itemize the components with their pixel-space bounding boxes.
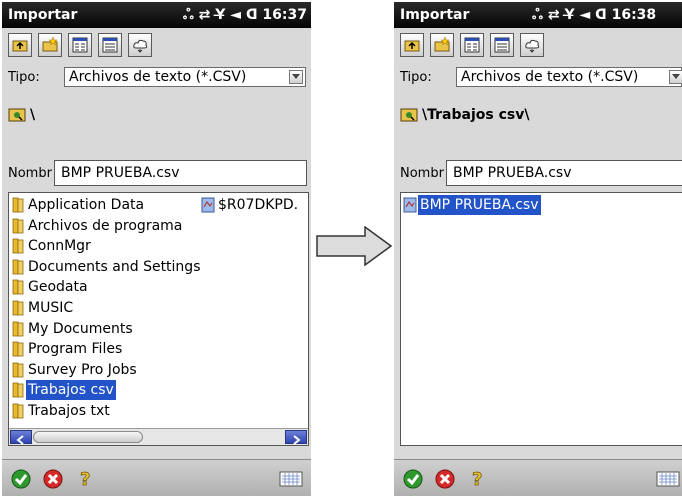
up-folder-icon: [404, 40, 420, 52]
folder-icon: [12, 403, 24, 419]
cloud-button[interactable]: [128, 33, 152, 57]
title-bar: Importar ஃ ⇄ Y̶ ◄ ᗡ 16:37: [2, 2, 311, 28]
list-item-label: Archivos de programa: [28, 217, 183, 234]
keyboard-icon[interactable]: [656, 468, 680, 488]
current-path: \Trabajos csv\: [422, 107, 530, 123]
list-item-label: Survey Pro Jobs: [28, 361, 137, 378]
list-item-label: Application Data: [28, 197, 145, 213]
help-icon[interactable]: ?: [466, 468, 488, 490]
list-view-button[interactable]: [68, 33, 92, 57]
csv-file-icon: [201, 197, 215, 213]
folder-icon: [12, 300, 24, 316]
keyboard-icon[interactable]: [279, 468, 303, 488]
up-folder-button[interactable]: [400, 33, 424, 57]
status-bar: ஃ ⇄ Y̶ ◄ ᗡ 16:38: [532, 7, 657, 23]
file-type-value: Archivos de texto (*.CSV): [69, 69, 247, 85]
scroll-right-button[interactable]: [285, 430, 307, 445]
bottom-bar: ?: [2, 459, 311, 496]
folder-icon: [12, 259, 24, 275]
new-folder-button[interactable]: [430, 33, 454, 57]
arrow-right-icon: [316, 225, 393, 267]
chevron-down-icon: [672, 74, 680, 79]
folder-icon: [12, 321, 24, 336]
file-list[interactable]: BMP PRUEBA.csv: [400, 192, 682, 446]
list-view-icon: [72, 37, 88, 53]
folder-open-icon: [8, 108, 26, 122]
screen-after: Importar ஃ ⇄ Y̶ ◄ ᗡ 16:38 Tipo: Archivos…: [394, 2, 682, 496]
folder-icon: [12, 218, 24, 233]
current-path: \: [30, 107, 36, 123]
window-title: Importar: [8, 7, 78, 23]
folder-icon: [12, 341, 24, 357]
file-type-select[interactable]: Archivos de texto (*.CSV): [456, 67, 682, 87]
status-bar: ஃ ⇄ Y̶ ◄ ᗡ 16:37: [182, 7, 307, 23]
list-item-label: Geodata: [28, 279, 88, 296]
details-view-icon: [494, 37, 510, 53]
folder-icon: [12, 362, 24, 378]
list-item-label: Documents and Settings: [28, 258, 201, 275]
tipo-label: Tipo:: [400, 70, 432, 85]
folder-open-icon: [400, 108, 418, 122]
file-type-value: Archivos de texto (*.CSV): [461, 69, 639, 85]
up-folder-icon: [12, 40, 28, 52]
list-item-label: Program Files: [28, 341, 123, 358]
transition-arrow: [315, 225, 393, 270]
list-item-label: $R07DKPD.: [218, 197, 299, 213]
folder-icon: [12, 382, 24, 398]
chevron-left-icon: [16, 435, 24, 445]
ok-icon[interactable]: [10, 468, 32, 490]
screen-before: Importar ஃ ⇄ Y̶ ◄ ᗡ 16:37 Tipo: Archivos…: [2, 2, 311, 496]
chevron-right-icon: [293, 435, 301, 445]
list-item-label: ConnMgr: [28, 238, 91, 255]
svg-text:?: ?: [80, 469, 90, 490]
cloud-icon: [133, 39, 148, 53]
chevron-down-icon: [292, 74, 300, 79]
details-view-icon: [102, 37, 118, 53]
cancel-icon[interactable]: [434, 468, 456, 490]
scroll-left-button[interactable]: [10, 430, 32, 445]
tipo-label: Tipo:: [8, 70, 40, 85]
file-type-select[interactable]: Archivos de texto (*.CSV): [64, 67, 306, 87]
scroll-thumb[interactable]: [33, 431, 143, 443]
up-folder-button[interactable]: [8, 33, 32, 57]
details-view-button[interactable]: [98, 33, 122, 57]
new-folder-icon: [434, 37, 450, 52]
folder-icon: [12, 197, 24, 213]
title-bar: Importar ஃ ⇄ Y̶ ◄ ᗡ 16:38: [394, 2, 682, 28]
file-type-dropdown-button[interactable]: [669, 70, 682, 84]
nombre-label: Nombr: [400, 166, 444, 181]
new-folder-button[interactable]: [38, 33, 62, 57]
bottom-bar: ?: [394, 459, 682, 496]
list-item-label: My Documents: [28, 320, 133, 337]
file-type-dropdown-button[interactable]: [289, 70, 303, 84]
file-list[interactable]: Application Data Archivos de programa Conn…: [8, 192, 309, 446]
cloud-icon: [525, 39, 540, 53]
nombre-label: Nombr: [8, 166, 52, 181]
list-item-label: MUSIC: [28, 300, 74, 316]
window-title: Importar: [400, 7, 470, 23]
list-item-label: BMP PRUEBA.csv: [418, 195, 541, 215]
list-view-button[interactable]: [460, 33, 484, 57]
horizontal-scrollbar[interactable]: [9, 428, 308, 445]
list-item-label: Trabajos txt: [28, 403, 110, 419]
cancel-icon[interactable]: [42, 468, 64, 490]
folder-icon: [12, 279, 24, 295]
ok-icon[interactable]: [402, 468, 424, 490]
filename-input[interactable]: BMP PRUEBA.csv: [446, 160, 682, 186]
filename-input[interactable]: BMP PRUEBA.csv: [54, 160, 307, 186]
list-item-label: Trabajos csv: [26, 380, 116, 401]
folder-icon: [12, 238, 24, 254]
csv-file-icon: [403, 197, 417, 213]
list-view-icon: [464, 37, 480, 53]
details-view-button[interactable]: [490, 33, 514, 57]
help-icon[interactable]: ?: [74, 468, 96, 490]
new-folder-icon: [42, 37, 58, 52]
svg-text:?: ?: [472, 469, 482, 490]
cloud-button[interactable]: [520, 33, 544, 57]
